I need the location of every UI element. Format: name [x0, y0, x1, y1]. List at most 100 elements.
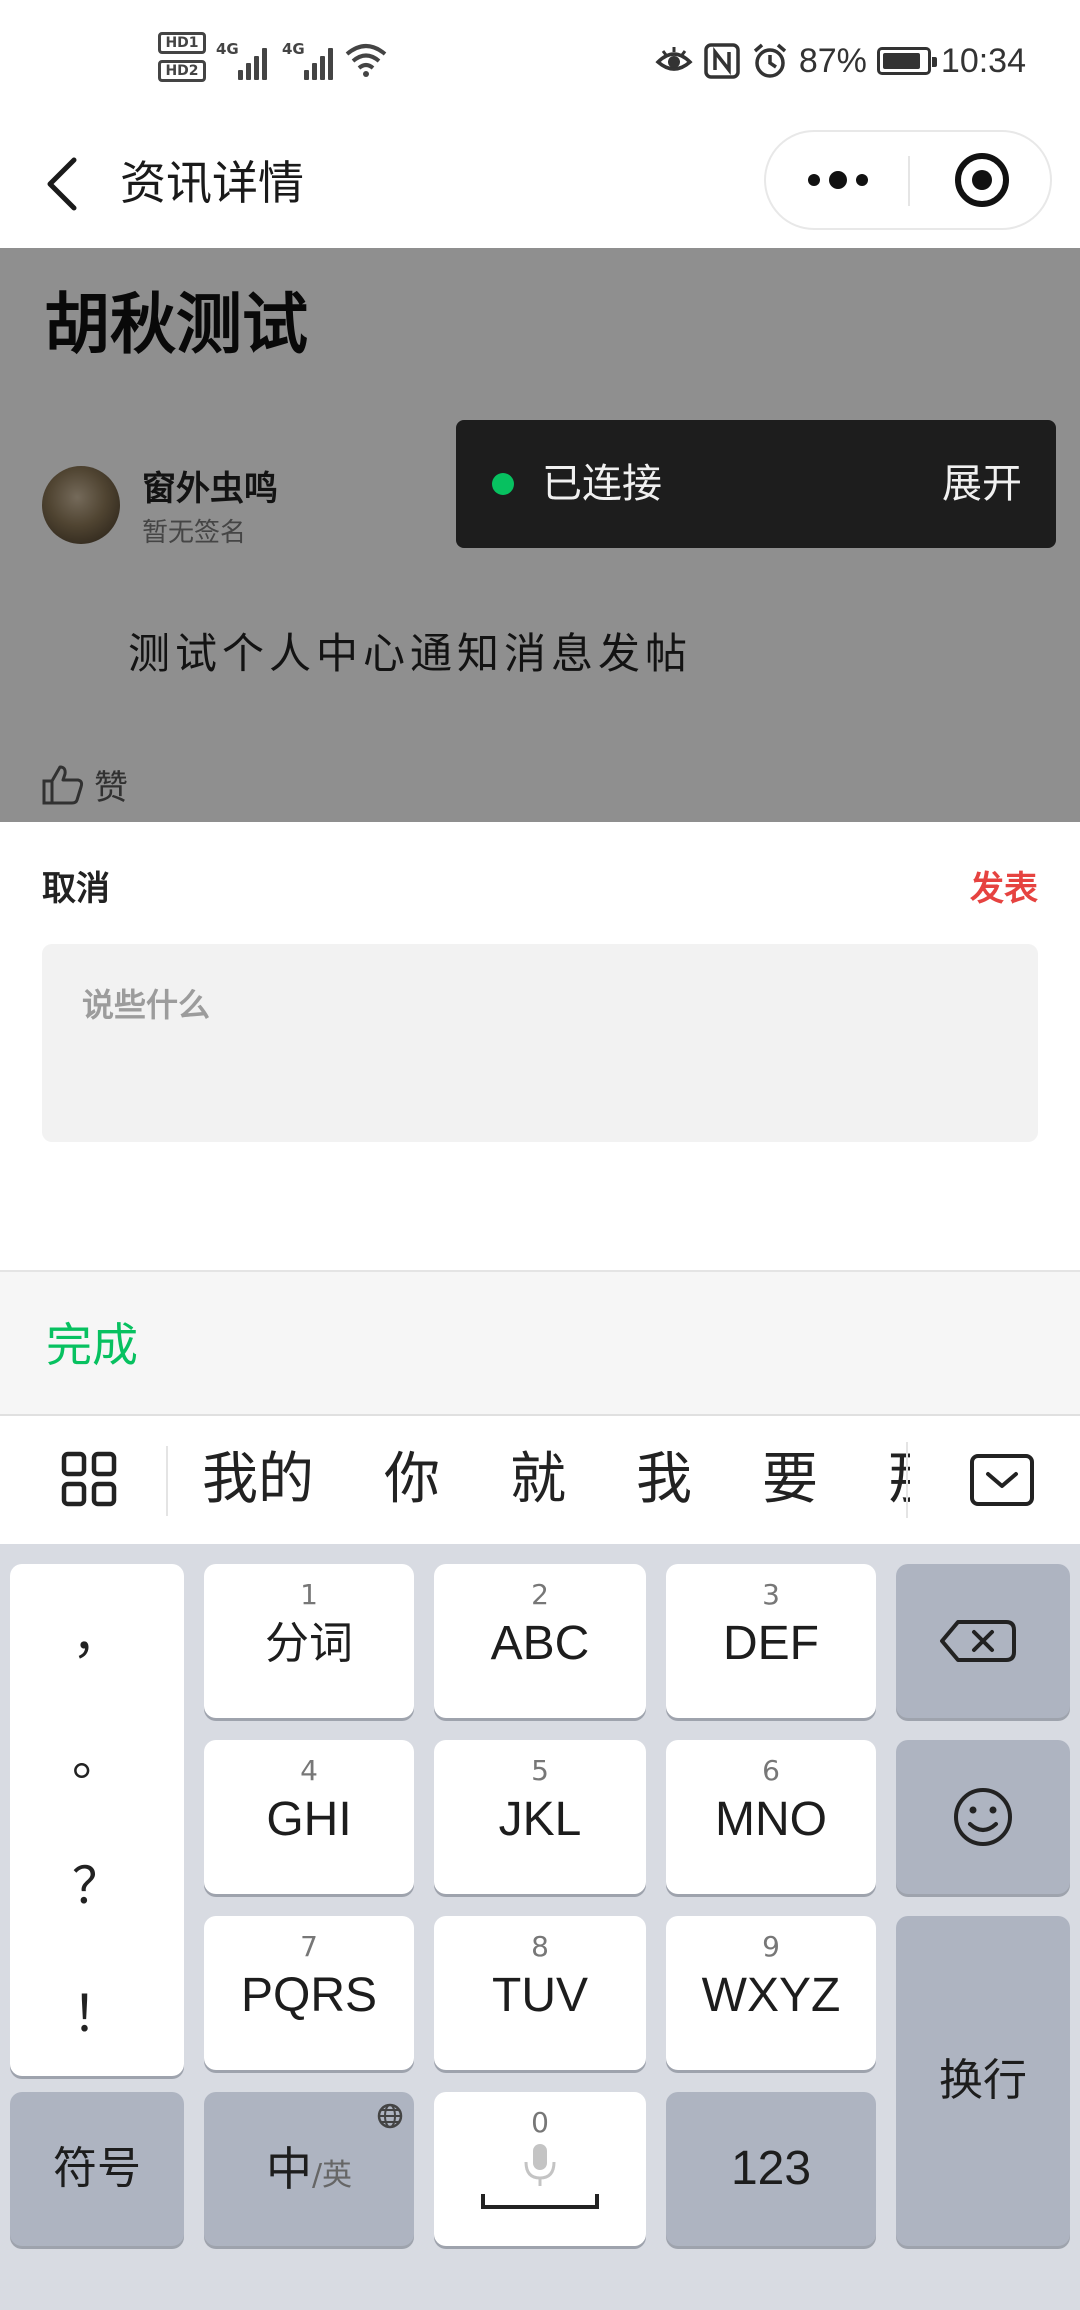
alarm-icon — [753, 43, 786, 78]
space-key[interactable]: 0 — [434, 2092, 646, 2246]
key-4-ghi[interactable]: 4 GHI — [204, 1740, 414, 1894]
key-9-wxyz[interactable]: 9 WXYZ — [666, 1916, 876, 2070]
enter-label: 换行 — [939, 2055, 1027, 2106]
page-title: 资讯详情 — [120, 156, 304, 210]
keyboard-accessory-bar: 完成 — [0, 1272, 1080, 1416]
comment-sheet: 取消 发表 — [0, 822, 1080, 1272]
language-label: 中/英 — [204, 2139, 414, 2206]
candidate-word[interactable]: 我 — [601, 1440, 727, 1520]
hd2-badge: HD2 — [158, 60, 206, 82]
symbols-label: 符号 — [53, 2143, 141, 2194]
key-label: 分词 — [265, 1618, 353, 1669]
menu-grid-button[interactable] — [50, 1444, 130, 1516]
eye-comfort-icon — [655, 47, 693, 71]
emoji-key[interactable] — [896, 1740, 1070, 1894]
signal-2-tag: 4G — [282, 40, 305, 58]
key-6-mno[interactable]: 6 MNO — [666, 1740, 876, 1894]
key-label: JKL — [498, 1793, 582, 1846]
hd-indicators: HD1 HD2 — [158, 32, 210, 88]
key-label: GHI — [266, 1793, 352, 1846]
key-label: ABC — [490, 1617, 590, 1670]
cancel-button[interactable]: 取消 — [42, 866, 110, 912]
status-bar: HD1 HD2 4G 4G 87% 10:34 — [0, 0, 1080, 120]
grid-icon — [61, 1451, 117, 1507]
numbers-key[interactable]: 123 — [666, 2092, 876, 2246]
punctuation-column: ， 。 ？ ！ — [10, 1564, 184, 2076]
key-3-def[interactable]: 3 DEF — [666, 1564, 876, 1718]
punct-key-exclaim[interactable]: ！ — [10, 1984, 184, 2044]
signal-1-tag: 4G — [216, 40, 239, 58]
publish-button[interactable]: 发表 — [970, 866, 1038, 912]
more-dots-icon — [808, 171, 868, 189]
signal-2-icon: 4G — [282, 40, 338, 80]
nfc-icon — [704, 43, 740, 79]
capsule-divider — [908, 156, 910, 206]
key-number: 8 — [531, 1930, 549, 1963]
punct-key-comma[interactable]: ， — [10, 1606, 184, 1666]
signal-1-icon: 4G — [216, 40, 272, 80]
key-label: TUV — [492, 1969, 588, 2022]
candidate-word[interactable]: 你 — [349, 1440, 475, 1520]
key-1-fenci[interactable]: 1 分词 — [204, 1564, 414, 1718]
punct-key-period[interactable]: 。 — [10, 1728, 184, 1788]
numbers-label: 123 — [730, 2142, 812, 2195]
back-button[interactable] — [36, 146, 96, 222]
close-mini-program-button[interactable] — [912, 132, 1052, 228]
punct-key-question[interactable]: ？ — [10, 1856, 184, 1916]
candidate-word[interactable]: 要 — [727, 1440, 853, 1520]
candidate-word[interactable]: 我的 — [168, 1440, 349, 1520]
connected-status-dot — [492, 473, 514, 495]
done-button[interactable]: 完成 — [46, 1314, 138, 1376]
keyboard-collapse-icon — [970, 1454, 1034, 1506]
key-number: 0 — [531, 2106, 549, 2139]
wifi-icon — [345, 44, 387, 77]
candidate-bar: 我的 你 就 我 要 那 — [0, 1416, 1080, 1544]
hide-keyboard-button[interactable] — [968, 1446, 1036, 1514]
comment-input[interactable] — [42, 944, 1038, 1142]
smiley-icon — [954, 1788, 1012, 1846]
battery-icon — [876, 47, 937, 75]
candidate-list: 我的 你 就 我 要 那 — [168, 1416, 910, 1544]
key-label: DEF — [723, 1617, 819, 1670]
connection-toast: 已连接 展开 — [456, 420, 1056, 548]
key-8-tuv[interactable]: 8 TUV — [434, 1916, 646, 2070]
key-number: 6 — [762, 1754, 780, 1787]
keyboard: ， 。 ？ ！ 1 分词 2 ABC 3 DEF 4 GHI 5 JKL 6 M… — [0, 1544, 1080, 2310]
expand-button[interactable]: 展开 — [942, 456, 1022, 512]
globe-icon — [377, 2103, 403, 2129]
connection-status-label: 已连接 — [542, 461, 662, 507]
clock-time: 10:34 — [940, 41, 1026, 80]
key-number: 5 — [531, 1754, 549, 1787]
key-5-jkl[interactable]: 5 JKL — [434, 1740, 646, 1894]
key-number: 3 — [762, 1578, 780, 1611]
space-bar-icon — [481, 2194, 599, 2209]
key-2-abc[interactable]: 2 ABC — [434, 1564, 646, 1718]
language-switch-key[interactable]: 中/英 — [204, 2092, 414, 2246]
candidate-word[interactable]: 那 — [853, 1440, 910, 1520]
backspace-key[interactable] — [896, 1564, 1070, 1718]
candidate-end-separator — [906, 1442, 908, 1518]
key-7-pqrs[interactable]: 7 PQRS — [204, 1916, 414, 2070]
key-number: 2 — [531, 1578, 549, 1611]
target-close-icon — [955, 153, 1009, 207]
status-right: 87% 10:34 — [655, 38, 1026, 84]
battery-percent: 87% — [798, 41, 867, 80]
key-number: 9 — [762, 1930, 780, 1963]
key-label: PQRS — [240, 1969, 378, 2022]
symbols-key[interactable]: 符号 — [10, 2092, 184, 2246]
key-number: 7 — [300, 1930, 318, 1963]
hd1-badge: HD1 — [158, 32, 206, 54]
key-number: 4 — [300, 1754, 318, 1787]
lang-alt-label: /英 — [311, 2158, 353, 2193]
candidate-word[interactable]: 就 — [475, 1440, 601, 1520]
mini-program-capsule — [764, 130, 1052, 230]
backspace-icon — [940, 1620, 1016, 1662]
enter-key[interactable]: 换行 — [896, 1916, 1070, 2246]
key-label: MNO — [715, 1793, 827, 1846]
key-label: WXYZ — [701, 1969, 841, 2022]
microphone-icon — [524, 2144, 556, 2186]
key-number: 1 — [300, 1578, 318, 1611]
nav-bar: 资讯详情 — [0, 120, 1080, 248]
more-button[interactable] — [766, 132, 910, 228]
lang-main-label: 中 — [265, 2142, 312, 2196]
